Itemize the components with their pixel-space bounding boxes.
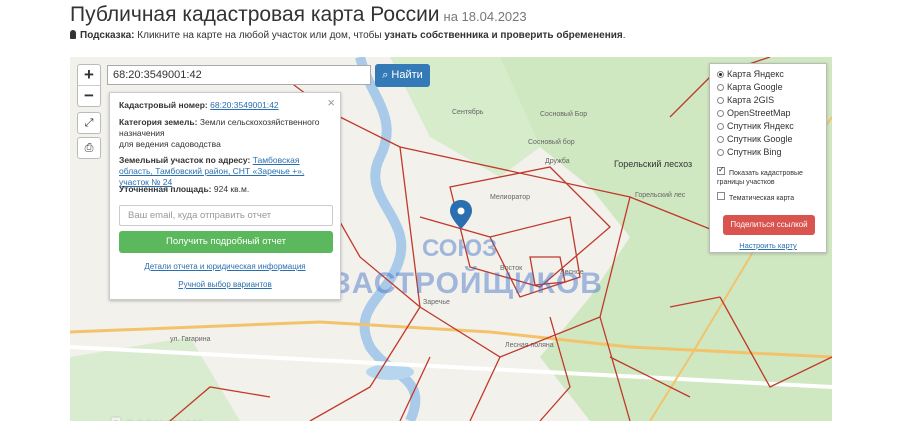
page-date: на 18.04.2023 — [443, 9, 527, 24]
configure-map-link[interactable]: Настроить карту — [739, 241, 797, 250]
layers-panel: Карта Яндекс Карта Google Карта 2GIS Ope… — [709, 63, 827, 253]
fullscreen-icon[interactable]: ⤢ — [77, 112, 101, 134]
hint-bold: узнать собственника и проверить обремене… — [384, 30, 623, 41]
checkbox-icon — [717, 192, 725, 200]
map-label-sosnovy: Сосновый Бор — [540, 111, 588, 118]
zoom-out-button[interactable]: − — [78, 85, 100, 106]
get-report-button[interactable]: Получить подробный отчет — [119, 231, 333, 253]
hint-end: . — [622, 30, 626, 41]
cadastral-map[interactable]: СОЮЗ ЗАСТРОЙЩИКОВ Домклик Горельский лес… — [70, 57, 832, 421]
cadastral-number-label: Кадастровый номер: — [119, 100, 208, 110]
zoom-in-button[interactable]: + — [78, 65, 100, 85]
email-input[interactable] — [119, 205, 333, 226]
area-value: 924 кв.м. — [213, 184, 250, 194]
parcel-info-panel: × Кадастровый номер: 68:20:3549001:42 Ка… — [109, 92, 341, 300]
layer-yandex-sat[interactable]: Спутник Яндекс — [717, 120, 794, 133]
hint-label: Подсказка: — [80, 30, 135, 41]
map-label-sosnovy2: Сосновый бор — [528, 139, 575, 146]
layer-yandex-map[interactable]: Карта Яндекс — [717, 68, 784, 81]
checkbox-icon — [717, 165, 725, 175]
map-label-zarechye: Заречье — [423, 299, 450, 306]
thematic-map-checkbox[interactable]: Тематическая карта — [717, 192, 822, 203]
watermark-domclick: Домклик — [107, 413, 202, 421]
radio-icon — [717, 84, 724, 91]
map-label-melioratory: Мелиоратор — [490, 194, 531, 201]
radio-icon — [717, 97, 724, 104]
zoom-control: + − — [77, 64, 101, 107]
lightbulb-icon — [70, 30, 76, 39]
cadastral-search-input[interactable] — [107, 65, 371, 85]
land-use-value: для ведения садоводства — [119, 139, 221, 149]
area-label: Уточненная площадь: — [119, 184, 212, 194]
layer-bing-sat[interactable]: Спутник Bing — [717, 146, 781, 159]
radio-icon — [717, 136, 724, 143]
print-icon[interactable]: ⎙ — [77, 137, 101, 159]
layer-2gis-map[interactable]: Карта 2GIS — [717, 94, 774, 107]
show-borders-checkbox[interactable]: Показать кадастровые границы участков — [717, 165, 822, 187]
land-category-label: Категория земель: — [119, 117, 198, 127]
hint-bar: Подсказка: Кликните на карте на любой уч… — [70, 30, 626, 41]
layer-google-sat[interactable]: Спутник Google — [717, 133, 792, 146]
radio-icon — [717, 123, 724, 130]
hint-text: Кликните на карте на любой участок или д… — [137, 30, 382, 41]
manual-selection-link[interactable]: Ручной выбор вариантов — [178, 280, 271, 289]
map-label-vostok: Восток — [500, 265, 523, 272]
search-button[interactable]: ⌕ Найти — [375, 64, 430, 87]
address-label: Земельный участок по адресу: — [119, 155, 251, 165]
report-details-link[interactable]: Детали отчета и юридическая информация — [144, 262, 305, 271]
map-label-druzhba: Дружба — [545, 158, 570, 165]
radio-icon — [717, 110, 724, 117]
land-category-row: Категория земель: Земли сельскохозяйстве… — [119, 117, 333, 150]
map-label-lesnoe: Лесное — [560, 269, 584, 276]
radio-icon — [717, 71, 724, 78]
layer-osm[interactable]: OpenStreetMap — [717, 107, 791, 120]
watermark-union: СОЮЗ — [422, 235, 498, 262]
map-label-gorelsky-les: Горельский лес — [635, 192, 686, 199]
cadastral-number-link[interactable]: 68:20:3549001:42 — [210, 100, 279, 110]
share-link-button[interactable]: Поделиться ссылкой — [723, 215, 815, 235]
search-button-label: Найти — [391, 69, 423, 81]
cadastral-number-row: Кадастровый номер: 68:20:3549001:42 — [119, 100, 333, 111]
area-row: Уточненная площадь: 924 кв.м. — [119, 184, 333, 195]
map-label-gorelsky: Горельский лесхоз — [614, 159, 693, 169]
page-title: Публичная кадастровая карта России на 18.… — [70, 3, 527, 26]
layer-google-map[interactable]: Карта Google — [717, 81, 783, 94]
radio-icon — [717, 149, 724, 156]
map-label-lesnaya: Лесная поляна — [505, 342, 554, 349]
map-label-sentyabr: Сентябрь — [452, 109, 484, 116]
search-icon: ⌕ — [382, 69, 389, 81]
map-label-gagarina: ул. Гагарина — [170, 336, 211, 343]
